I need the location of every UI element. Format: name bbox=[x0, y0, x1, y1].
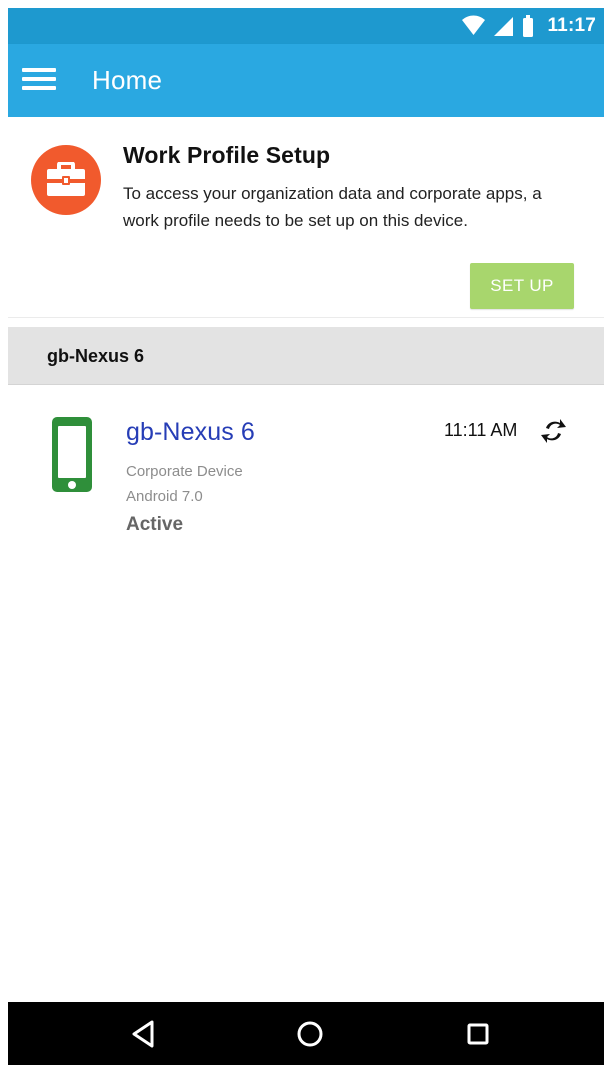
work-profile-description: To access your organization data and cor… bbox=[123, 184, 542, 230]
cellular-signal-icon bbox=[494, 17, 514, 36]
status-bar: 11:17 bbox=[8, 8, 604, 44]
device-type: Corporate Device bbox=[126, 463, 243, 480]
work-profile-icon-badge bbox=[31, 145, 101, 215]
work-profile-title: Work Profile Setup bbox=[123, 142, 331, 168]
device-section-title: gb-Nexus 6 bbox=[47, 346, 145, 366]
home-icon bbox=[297, 1021, 323, 1046]
android-screen: 11:17 Home Work Profile Setup To access … bbox=[8, 8, 604, 1065]
device-section-header: gb-Nexus 6 bbox=[8, 327, 604, 385]
refresh-icon bbox=[541, 419, 566, 443]
wifi-icon bbox=[462, 15, 486, 35]
menu-button[interactable] bbox=[22, 64, 56, 94]
last-sync-time: 11:11 AM bbox=[444, 420, 518, 440]
briefcase-icon bbox=[47, 162, 85, 196]
recent-apps-icon bbox=[467, 1023, 489, 1044]
app-bar: Home bbox=[8, 44, 604, 117]
home-button[interactable] bbox=[274, 1002, 346, 1065]
status-time: 11:17 bbox=[547, 15, 596, 36]
work-profile-setup-card: Work Profile Setup To access your organi… bbox=[8, 117, 604, 318]
device-name[interactable]: gb-Nexus 6 bbox=[126, 418, 255, 447]
menu-icon bbox=[22, 68, 56, 90]
battery-icon bbox=[523, 15, 534, 37]
device-list-item[interactable]: gb-Nexus 6 Corporate Device Android 7.0 … bbox=[8, 385, 604, 550]
recent-apps-button[interactable] bbox=[442, 1002, 514, 1065]
smartphone-icon bbox=[52, 417, 92, 492]
back-button[interactable] bbox=[107, 1002, 179, 1065]
android-navigation-bar bbox=[8, 1002, 604, 1065]
device-os: Android 7.0 bbox=[126, 488, 203, 505]
page-title: Home bbox=[92, 65, 163, 95]
device-status: Active bbox=[126, 514, 184, 535]
status-icons: 11:17 bbox=[461, 14, 596, 38]
set-up-button[interactable]: SET UP bbox=[470, 263, 574, 309]
sync-button[interactable] bbox=[540, 418, 567, 444]
back-icon bbox=[132, 1020, 154, 1047]
